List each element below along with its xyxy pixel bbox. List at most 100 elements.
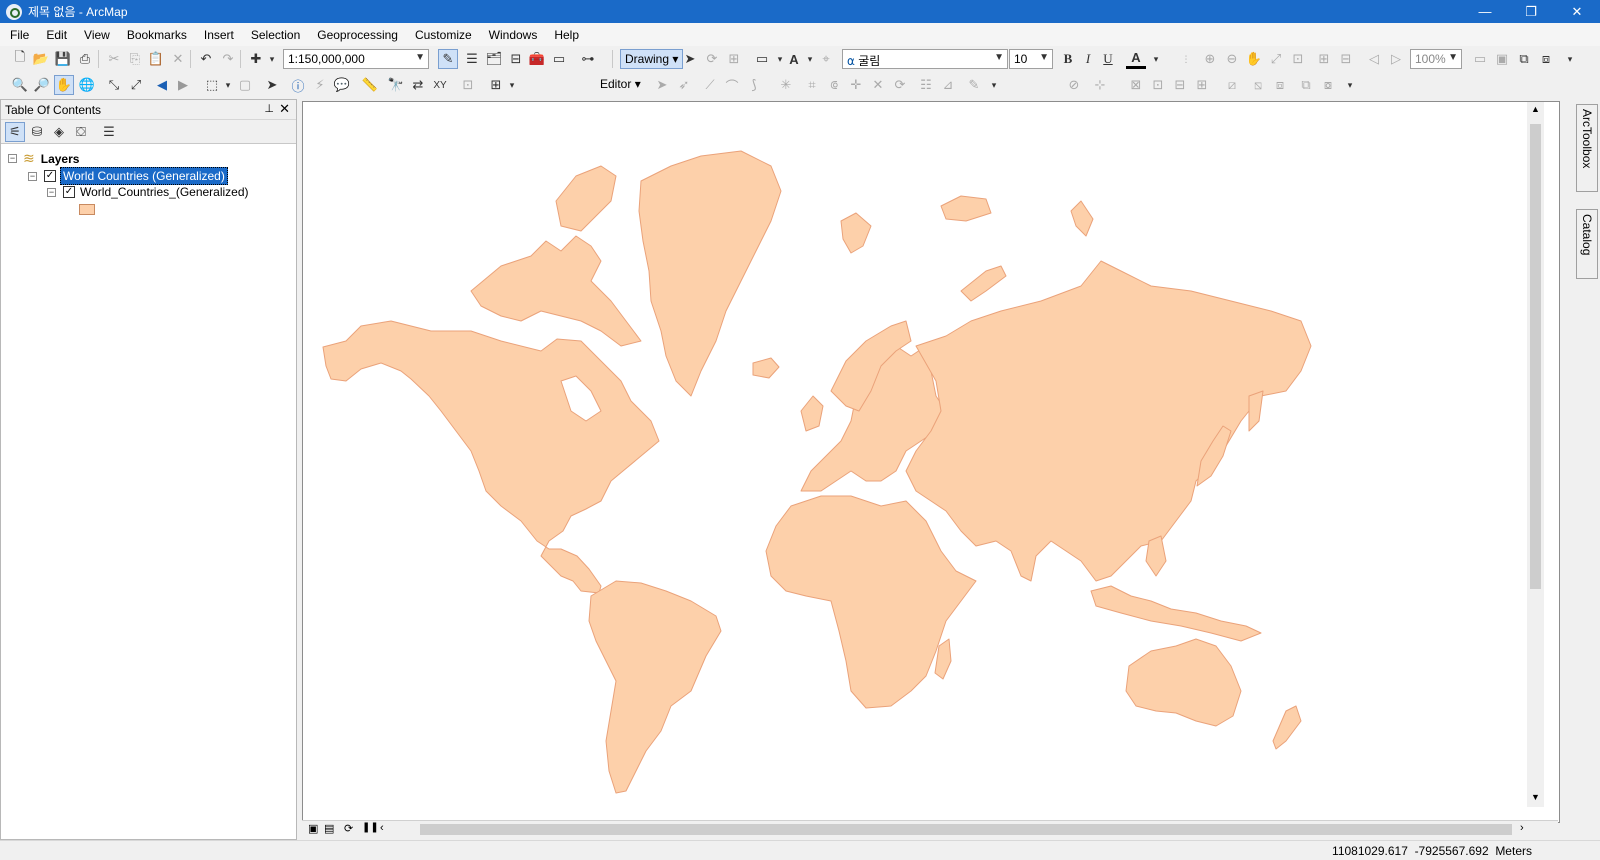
font-color-dropdown-icon[interactable]: ▾ (1146, 49, 1166, 69)
collapse-icon[interactable]: − (47, 187, 56, 197)
zoom-out-icon[interactable]: 🔎 (32, 75, 52, 95)
franz-josef-land[interactable] (1070, 200, 1094, 237)
font-color-button[interactable]: A (1126, 49, 1146, 69)
shared-features-icon[interactable]: ⊞ (1192, 75, 1212, 95)
vertical-scrollbar[interactable]: ▲ ▼ (1527, 102, 1544, 807)
find-icon[interactable]: 🔭 (386, 75, 406, 95)
search-window-icon[interactable]: ⊟ (506, 49, 526, 69)
toolbar-options-icon[interactable]: ▾ (1560, 49, 1580, 69)
edit-vertices-icon[interactable]: ⌖ (816, 49, 836, 69)
list-by-drawing-order-icon[interactable]: ⚟ (5, 122, 25, 142)
northern-islands[interactable] (840, 212, 872, 254)
british-isles[interactable] (800, 395, 824, 432)
trace-options-icon[interactable]: ⧇ (1318, 75, 1338, 95)
redo-icon[interactable]: ↷ (218, 49, 238, 69)
html-popup-icon[interactable]: 💬 (332, 75, 352, 95)
error-inspector-icon[interactable]: ⧈ (1270, 75, 1290, 95)
edit-tool-icon[interactable]: ➤ (652, 75, 672, 95)
open-icon[interactable]: 📂 (31, 49, 51, 69)
hyperlink-icon[interactable]: ⚡ (310, 75, 330, 95)
georeferencing-icon[interactable]: ⊘ (1064, 75, 1084, 95)
model-builder-icon[interactable]: ⊶ (578, 49, 598, 69)
maximize-button[interactable]: ❐ (1508, 0, 1554, 23)
svalbard[interactable] (940, 195, 992, 222)
toolbar-options-icon[interactable]: ▾ (502, 75, 522, 95)
layers-node[interactable]: − ≋ Layers (8, 150, 79, 167)
catalog-window-icon[interactable]: 🗂 (484, 49, 504, 69)
bold-button[interactable]: B (1058, 49, 1078, 69)
menu-bookmarks[interactable]: Bookmarks (117, 28, 194, 42)
edit-vertices-icon[interactable]: ⌗ (802, 75, 822, 95)
horizontal-scroll-thumb[interactable] (420, 824, 1512, 835)
font-size-combo[interactable]: 10 ▼ (1009, 49, 1053, 69)
delete-icon[interactable]: ✕ (168, 49, 188, 69)
collapse-icon[interactable]: − (28, 171, 37, 181)
change-layout-icon[interactable]: ⧉ (1514, 49, 1534, 69)
options-icon[interactable]: ☰ (99, 122, 119, 142)
table-of-contents-icon[interactable]: ☰ (462, 49, 482, 69)
python-window-icon[interactable]: ▭ (549, 49, 569, 69)
focus-data-frame-icon[interactable]: ▣ (1492, 49, 1512, 69)
scroll-left-icon[interactable]: ‹ (380, 822, 384, 834)
full-extent-icon[interactable]: 🌐 (77, 75, 97, 95)
ellesmere-island[interactable] (555, 165, 617, 232)
menu-insert[interactable]: Insert (194, 28, 241, 42)
north-america-landmass[interactable] (322, 320, 660, 594)
australia[interactable] (1125, 638, 1242, 727)
menu-edit[interactable]: Edit (36, 28, 74, 42)
symbol-node[interactable] (79, 204, 95, 215)
map-topology-icon[interactable]: ⊡ (1148, 75, 1168, 95)
layout-zoom-out-icon[interactable]: ⊖ (1222, 49, 1242, 69)
rotate-icon[interactable]: ⟳ (890, 75, 910, 95)
validate-topology-icon[interactable]: ⧄ (1222, 75, 1242, 95)
layout-full-extent-icon[interactable]: ⤢ (1266, 49, 1286, 69)
layout-zoom-in-icon[interactable]: ⊕ (1200, 49, 1220, 69)
reshape-icon[interactable]: ⟃ (824, 75, 844, 95)
topology-edit-icon[interactable]: ⊟ (1170, 75, 1190, 95)
close-icon[interactable]: ✕ (279, 101, 290, 117)
go-back-icon[interactable]: ◀ (152, 75, 172, 95)
sketch-properties-icon[interactable]: ⊿ (938, 75, 958, 95)
create-features-icon[interactable]: ✎ (964, 75, 984, 95)
sublayer-node[interactable]: − ✓ World_Countries_(Generalized) (47, 185, 249, 199)
select-elements-icon[interactable]: ➤ (680, 49, 700, 69)
new-icon[interactable]: 🗋 (10, 49, 30, 69)
toolbar-options-icon[interactable]: ▾ (984, 75, 1004, 95)
kamchatka[interactable] (1248, 390, 1264, 432)
layer-visibility-checkbox[interactable]: ✓ (44, 170, 56, 182)
south-america[interactable] (588, 580, 722, 794)
menu-geoprocessing[interactable]: Geoprocessing (307, 28, 405, 42)
scroll-up-icon[interactable]: ▲ (1531, 104, 1540, 114)
time-slider-icon[interactable]: ⊡ (458, 75, 478, 95)
symbol-swatch[interactable] (79, 204, 95, 215)
layout-pan-icon[interactable]: ✋ (1244, 49, 1264, 69)
layout-zoom-in-fixed-icon[interactable]: ⊞ (1314, 49, 1334, 69)
editor-menu-button[interactable]: Editor ▾ (600, 77, 641, 91)
straight-segment-icon[interactable]: ⟋ (700, 75, 720, 95)
layout-view-icon[interactable]: ▤ (324, 822, 334, 835)
minimize-button[interactable]: — (1462, 0, 1508, 23)
clear-selection-icon[interactable]: ▢ (235, 75, 255, 95)
data-view-icon[interactable]: ▣ (308, 822, 318, 835)
greenland[interactable] (638, 150, 782, 397)
end-point-arc-icon[interactable]: ⌒ (722, 75, 742, 95)
menu-selection[interactable]: Selection (241, 28, 307, 42)
pin-icon[interactable]: ⊥ (264, 102, 274, 115)
edit-annotation-icon[interactable]: ➶ (674, 75, 694, 95)
sublayer-visibility-checkbox[interactable]: ✓ (63, 186, 75, 198)
refresh-icon[interactable]: ⟳ (344, 822, 353, 835)
editor-toolbar-toggle-icon[interactable]: ✎ (438, 49, 458, 69)
cut-icon[interactable]: ✂ (104, 49, 124, 69)
menu-file[interactable]: File (0, 28, 36, 42)
menu-customize[interactable]: Customize (405, 28, 479, 42)
cut-polygons-icon[interactable]: ✛ (846, 75, 866, 95)
rotate-icon[interactable]: ⟳ (702, 49, 722, 69)
layout-forward-icon[interactable]: ▷ (1386, 49, 1406, 69)
fixed-zoom-out-icon[interactable]: ⤢ (126, 75, 146, 95)
list-by-visibility-icon[interactable]: ◈ (49, 122, 69, 142)
novaya-zemlya[interactable] (960, 265, 1007, 302)
copy-icon[interactable]: ⎘ (125, 49, 145, 69)
underline-button[interactable]: U (1098, 49, 1118, 69)
map-display[interactable] (302, 101, 1560, 823)
fix-topology-icon[interactable]: ⧅ (1248, 75, 1268, 95)
